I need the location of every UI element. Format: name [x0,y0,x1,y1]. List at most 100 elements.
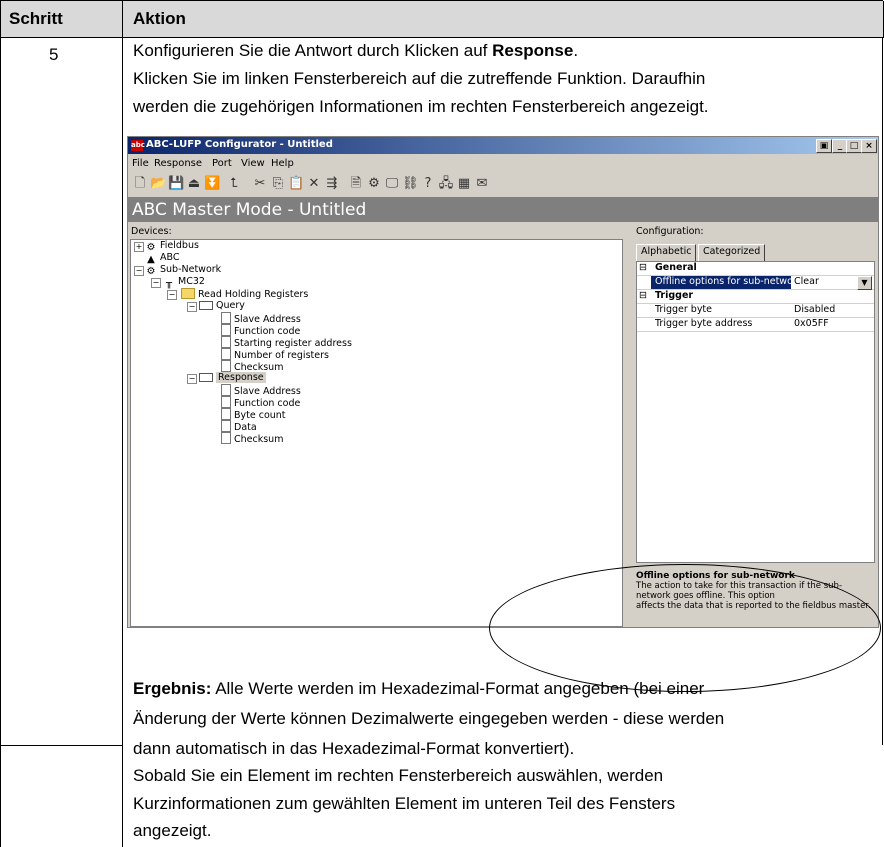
save-icon[interactable]: 💾 [168,176,184,192]
step-number: 5 [49,45,59,64]
menu-help[interactable]: Help [271,158,294,169]
header-action: Aktion [133,9,186,28]
document-icon [221,396,231,408]
insert-icon[interactable]: ⇶ [324,176,340,192]
envelope-icon [199,301,213,310]
expand-fieldbus[interactable]: + [134,242,144,252]
intro-bold-response: Response [492,41,574,60]
network-icon[interactable]: ⛓ [402,176,419,192]
dropdown-arrow-icon[interactable]: ▼ [857,276,872,290]
trigger-byte-address-value[interactable]: 0x05FF [794,318,829,329]
mode-banner-text: ABC Master Mode - Untitled [132,200,367,220]
document-icon [221,360,231,372]
maximize-icon[interactable]: □ [846,139,862,153]
menu-response[interactable]: Response [154,158,202,169]
new-file-icon[interactable]: 🗋 [132,176,148,192]
collapse-read-holding-registers[interactable]: − [167,290,177,300]
offline-options-value[interactable]: Clear [794,276,819,287]
paste-icon[interactable]: 📋 [288,176,304,192]
module-icon[interactable]: ▦ [456,176,472,192]
header-step: Schritt [9,9,63,28]
trigger-byte-row[interactable]: Trigger byte Disabled [637,304,874,318]
help-icon[interactable]: ? [420,176,436,192]
menu-port[interactable]: Port [212,158,232,169]
collapse-mc32[interactable]: − [151,278,161,288]
result-line-3: dann automatisch in das Hexadezimal-Form… [133,739,575,758]
up-folder-icon[interactable]: ⮤ [226,176,242,192]
menu-view[interactable]: View [241,158,265,169]
collapse-query[interactable]: − [187,302,197,312]
mode-banner: ABC Master Mode - Untitled [128,197,878,222]
trigger-header: Trigger [655,290,694,301]
envelope-icon [199,373,213,382]
highlight-ellipse [489,564,881,692]
title-bar: abc ABC-LUFP Configurator - Untitled ▣ _… [128,137,878,154]
document-icon [221,336,231,348]
tree-item-read-holding-registers[interactable]: Read Holding Registers [181,288,308,300]
result-line-4: Sobald Sie ein Element im rechten Fenste… [133,766,664,785]
intro-line-3: werden die zugehörigen Informationen im … [133,97,709,116]
download-icon[interactable]: ⏬ [204,176,220,192]
document-icon [221,420,231,432]
result-text: Alle Werte werden im Hexadezimal-Format … [211,679,705,698]
node-icon: ╥ [165,278,173,289]
document-icon [221,408,231,420]
intro-text: Konfigurieren Sie die Antwort durch Klic… [133,41,493,60]
close-icon[interactable]: × [861,139,877,153]
result-label: Ergebnis: [133,679,212,698]
devices-label: Devices: [131,226,172,237]
document-icon [221,348,231,360]
result-line-5: Kurzinformationen zum gewählten Element … [133,794,676,813]
offline-options-key: Offline options for sub-network [655,276,803,287]
offline-options-row[interactable]: Offline options for sub-network Clear ▼ [637,276,874,290]
general-header: General [655,262,697,273]
header-action-cell: Aktion [123,1,884,38]
connect-icon[interactable]: 🖧 [438,176,454,192]
trigger-byte-address-row[interactable]: Trigger byte address 0x05FF [637,318,874,332]
step-cell-bottom [1,745,123,746]
upload-icon[interactable]: ⏏ [186,176,202,192]
configuration-label: Configuration: [636,226,704,237]
properties-icon[interactable]: 🗎 [348,176,364,192]
monitor-icon[interactable]: 🖵 [384,176,400,192]
menu-file[interactable]: File [132,158,149,169]
app-icon: abc [131,140,145,151]
open-folder-icon[interactable]: 📂 [150,176,166,192]
property-grid: ⊟ General Offline options for sub-networ… [636,261,875,563]
document-icon [221,432,231,444]
right-border [882,37,883,745]
tree-item-response[interactable]: Response [199,372,266,383]
document-icon [221,384,231,396]
result-line-1: Ergebnis: Alle Werte werden im Hexadezim… [133,675,704,703]
collapse-sub-network[interactable]: − [134,266,144,276]
collapse-response[interactable]: − [187,374,197,384]
node-icon[interactable]: ⚙ [366,176,382,192]
result-line-2: Änderung der Werte können Dezimalwerte e… [133,709,725,728]
tree-item-query[interactable]: Query [199,300,245,311]
column-divider [122,37,123,847]
devices-tree: + ⚙ Fieldbus ▲ ABC − ⚙ Sub-Network − ╥ MC32 … [130,239,623,627]
trigger-byte-key: Trigger byte [655,304,713,315]
configurator-window: abc ABC-LUFP Configurator - Untitled ▣ _… [127,136,879,628]
cut-icon[interactable]: ✂ [252,176,268,192]
trigger-byte-address-key: Trigger byte address [655,318,753,329]
result-line-6: angezeigt. [133,821,212,840]
sub-network-icon: ⚙ [146,266,156,277]
document-icon [221,312,231,324]
intro-line-2: Klicken Sie im linken Fensterbereich auf… [133,69,706,88]
restore-icon[interactable]: ▣ [816,139,832,153]
header-step-cell: Schritt [1,1,123,38]
general-category-row[interactable]: ⊟ General [637,262,874,276]
intro-period: . [573,41,579,60]
trigger-byte-value[interactable]: Disabled [794,304,835,315]
tree-item-response-checksum[interactable]: Checksum [221,432,283,445]
delete-icon[interactable]: ✕ [306,176,322,192]
mail-icon[interactable]: ✉ [474,176,490,192]
document-icon [221,324,231,336]
copy-icon[interactable]: ⎘ [270,176,286,192]
window-title: ABC-LUFP Configurator - Untitled [146,139,333,150]
collapse-trigger-icon[interactable]: ⊟ [639,290,647,301]
trigger-category-row[interactable]: ⊟ Trigger [637,290,874,304]
collapse-general-icon[interactable]: ⊟ [639,262,647,273]
folder-icon [181,288,195,299]
